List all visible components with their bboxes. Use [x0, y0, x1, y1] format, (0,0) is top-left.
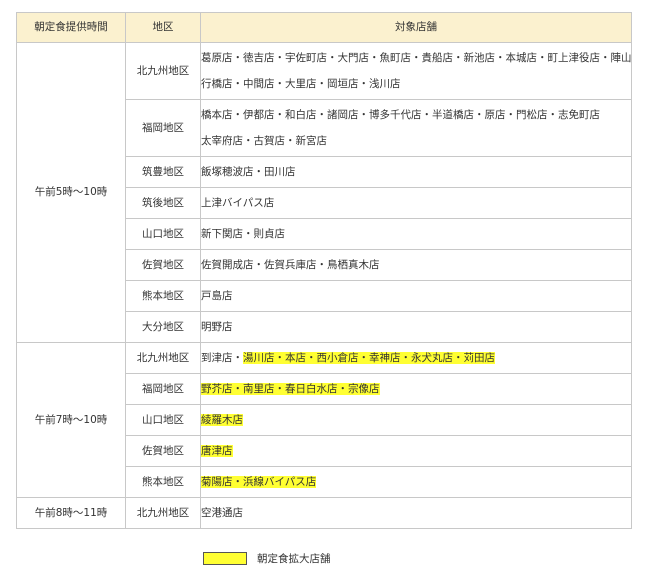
stores-cell: 唐津店	[200, 435, 632, 467]
area-cell: 佐賀地区	[125, 249, 201, 281]
table-header-row: 朝定食提供時間 地区 対象店舗	[16, 12, 632, 43]
area-cell: 北九州地区	[125, 42, 201, 100]
area-cell: 筑豊地区	[125, 156, 201, 188]
stores-text: 新下関店・則貞店	[201, 227, 286, 240]
stores-cell: 明野店	[200, 311, 632, 343]
area-cell: 熊本地区	[125, 466, 201, 498]
stores-cell: 菊陽店・浜線バイパス店	[200, 466, 632, 498]
area-cell: 筑後地区	[125, 187, 201, 219]
stores-text: 飯塚穂波店・田川店	[201, 165, 296, 178]
stores-line: 新下関店・則貞店	[201, 227, 631, 240]
area-cell: 熊本地区	[125, 280, 201, 312]
table-row: 午前5時～10時 北九州地区 葛原店・徳吉店・宇佐町店・大門店・魚町店・貴船店・新池…	[16, 42, 632, 343]
area-cell: 北九州地区	[125, 497, 201, 529]
stores-text: 行橋店・中間店・大里店・岡垣店・浅川店	[201, 78, 401, 90]
stores-cell: 上津バイパス店	[200, 187, 632, 219]
expanded-stores-text: 綾羅木店	[201, 413, 243, 426]
stores-line: 綾羅木店	[201, 413, 631, 426]
stores-text: 太宰府店・古賀店・新宮店	[201, 135, 328, 147]
time-cell: 午前8時～11時	[16, 497, 126, 529]
header-stores: 対象店舗	[200, 12, 632, 43]
stores-text: 上津バイパス店	[201, 196, 275, 209]
stores-line: 飯塚穂波店・田川店	[201, 165, 631, 178]
header-time: 朝定食提供時間	[16, 12, 126, 43]
stores-cell: 新下関店・則貞店	[200, 218, 632, 250]
stores-line: 上津バイパス店	[201, 196, 631, 209]
stores-line: 太宰府店・古賀店・新宮店	[201, 128, 631, 154]
table-row: 午前8時～11時 北九州地区 空港通店	[16, 497, 632, 529]
stores-text: 到津店・	[201, 351, 244, 364]
store-table: 朝定食提供時間 地区 対象店舗 午前5時～10時 北九州地区 葛原店・徳吉店・宇佐町…	[16, 12, 632, 529]
stores-cell: 野芥店・南里店・春日白水店・宗像店	[200, 373, 632, 405]
table-body: 午前5時～10時 北九州地区 葛原店・徳吉店・宇佐町店・大門店・魚町店・貴船店・新池…	[16, 42, 632, 529]
stores-cell: 葛原店・徳吉店・宇佐町店・大門店・魚町店・貴船店・新池店・本城店・町上津役店・陣…	[200, 42, 632, 100]
stores-line: 野芥店・南里店・春日白水店・宗像店	[201, 382, 631, 395]
area-cell: 山口地区	[125, 404, 201, 436]
stores-line: 明野店	[201, 320, 631, 333]
table-row: 午前7時～10時 北九州地区 到津店・湯川店・本店・西小倉店・幸神店・永犬丸店・苅田…	[16, 342, 632, 498]
stores-cell: 綾羅木店	[200, 404, 632, 436]
header-area: 地区	[125, 12, 201, 43]
area-cell: 佐賀地区	[125, 435, 201, 467]
area-cell: 大分地区	[125, 311, 201, 343]
stores-line: 到津店・湯川店・本店・西小倉店・幸神店・永犬丸店・苅田店	[201, 351, 631, 364]
expanded-stores-text: 野芥店・南里店・春日白水店・宗像店	[201, 382, 380, 395]
stores-line: 唐津店	[201, 444, 631, 457]
time-cell: 午前5時～10時	[16, 42, 126, 343]
legend-swatch	[203, 551, 247, 565]
expanded-stores-text: 湯川店・本店・西小倉店・幸神店・永犬丸店・苅田店	[243, 351, 495, 364]
stores-cell: 橋本店・伊都店・和白店・諸岡店・博多千代店・半道橋店・原店・門松店・志免町店 太宰…	[200, 99, 632, 157]
stores-text: 橋本店・伊都店・和白店・諸岡店・博多千代店・半道橋店・原店・門松店・志免町店	[201, 109, 601, 121]
stores-cell: 戸島店	[200, 280, 632, 312]
stores-text: 戸島店	[201, 289, 233, 302]
stores-line: 空港通店	[201, 506, 631, 519]
expanded-stores-text: 唐津店	[201, 444, 233, 457]
stores-text: 明野店	[201, 320, 233, 333]
legend: 朝定食拡大店舗	[203, 551, 331, 565]
time-cell: 午前7時～10時	[16, 342, 126, 498]
legend-label: 朝定食拡大店舗	[257, 552, 331, 565]
stores-cell: 飯塚穂波店・田川店	[200, 156, 632, 188]
page: 朝定食提供時間 地区 対象店舗 午前5時～10時 北九州地区 葛原店・徳吉店・宇佐町…	[0, 0, 650, 573]
stores-line: 葛原店・徳吉店・宇佐町店・大門店・魚町店・貴船店・新池店・本城店・町上津役店・陣…	[201, 45, 632, 71]
area-cell: 福岡地区	[125, 99, 201, 157]
stores-line: 橋本店・伊都店・和白店・諸岡店・博多千代店・半道橋店・原店・門松店・志免町店	[201, 102, 631, 128]
expanded-stores-text: 菊陽店・浜線バイパス店	[201, 475, 317, 488]
stores-cell: 佐賀開成店・佐賀兵庫店・鳥栖真木店	[200, 249, 632, 281]
stores-text: 葛原店・徳吉店・宇佐町店・大門店・魚町店・貴船店・新池店・本城店・町上津役店・陣…	[201, 52, 632, 64]
area-cell: 北九州地区	[125, 342, 201, 374]
stores-cell: 空港通店	[200, 497, 632, 529]
stores-line: 行橋店・中間店・大里店・岡垣店・浅川店	[201, 71, 631, 97]
stores-line: 佐賀開成店・佐賀兵庫店・鳥栖真木店	[201, 258, 631, 271]
stores-line: 菊陽店・浜線バイパス店	[201, 475, 631, 488]
stores-text: 佐賀開成店・佐賀兵庫店・鳥栖真木店	[201, 258, 380, 271]
area-cell: 福岡地区	[125, 373, 201, 405]
area-cell: 山口地区	[125, 218, 201, 250]
stores-line: 戸島店	[201, 289, 631, 302]
stores-text: 空港通店	[201, 506, 244, 519]
stores-cell: 到津店・湯川店・本店・西小倉店・幸神店・永犬丸店・苅田店	[200, 342, 632, 374]
